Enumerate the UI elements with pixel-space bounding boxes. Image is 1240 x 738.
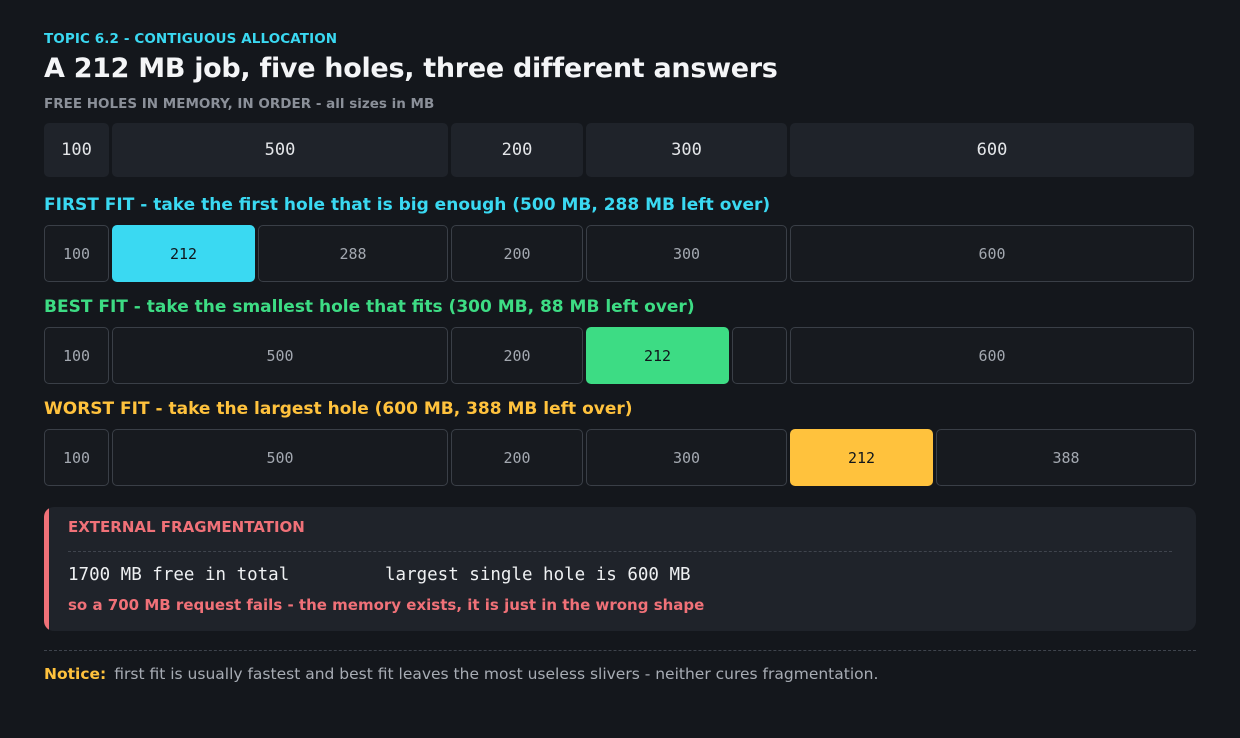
hole-500: 500 <box>112 123 448 177</box>
best-fit-label: BEST FIT - take the smallest hole that f… <box>44 297 695 317</box>
best-fit-cell-100: 100 <box>44 327 109 384</box>
worst-fit-cell-100: 100 <box>44 429 109 486</box>
first-fit-cell-200: 200 <box>451 225 583 282</box>
first-fit-cell-100: 100 <box>44 225 109 282</box>
first-fit-cell-300: 300 <box>586 225 787 282</box>
holes-subtitle: FREE HOLES IN MEMORY, IN ORDER - all siz… <box>44 96 434 112</box>
hole-200: 200 <box>451 123 583 177</box>
best-fit-cell-500: 500 <box>112 327 448 384</box>
notice-text: first fit is usually fastest and best fi… <box>114 665 879 683</box>
worst-fit-cell-200: 200 <box>451 429 583 486</box>
worst-fit-cell-500: 500 <box>112 429 448 486</box>
holes-subtitle-note: all sizes in MB <box>326 96 435 112</box>
first-fit-label: FIRST FIT - take the first hole that is … <box>44 195 771 215</box>
notice-label: Notice: <box>44 665 107 683</box>
hole-300: 300 <box>586 123 787 177</box>
first-fit-cell-600: 600 <box>790 225 1194 282</box>
fragmentation-largest-hole: largest single hole is 600 MB <box>385 565 691 585</box>
fragmentation-heading: EXTERNAL FRAGMENTATION <box>68 518 305 536</box>
page-title: A 212 MB job, five holes, three differen… <box>44 53 778 84</box>
worst-fit-leftover-388: 388 <box>936 429 1196 486</box>
fragmentation-accent-bar <box>44 507 49 631</box>
worst-fit-allocated-212: 212 <box>790 429 933 486</box>
first-fit-allocated-212: 212 <box>112 225 255 282</box>
hole-100: 100 <box>44 123 109 177</box>
best-fit-leftover-88 <box>732 327 787 384</box>
fragmentation-consequence: so a 700 MB request fails - the memory e… <box>68 596 705 614</box>
best-fit-allocated-212: 212 <box>586 327 729 384</box>
notice: Notice: first fit is usually fastest and … <box>44 665 878 683</box>
worst-fit-cell-300: 300 <box>586 429 787 486</box>
best-fit-cell-200: 200 <box>451 327 583 384</box>
fragmentation-total-free: 1700 MB free in total <box>68 565 290 585</box>
worst-fit-label: WORST FIT - take the largest hole (600 M… <box>44 399 633 419</box>
hole-600: 600 <box>790 123 1194 177</box>
best-fit-cell-600: 600 <box>790 327 1194 384</box>
fragmentation-panel: EXTERNAL FRAGMENTATION 1700 MB free in t… <box>44 507 1196 631</box>
fragmentation-divider <box>68 551 1172 552</box>
notice-divider <box>44 650 1196 651</box>
holes-subtitle-main: FREE HOLES IN MEMORY, IN ORDER - <box>44 96 322 112</box>
topic-label: TOPIC 6.2 - CONTIGUOUS ALLOCATION <box>44 31 338 47</box>
first-fit-leftover-288: 288 <box>258 225 448 282</box>
